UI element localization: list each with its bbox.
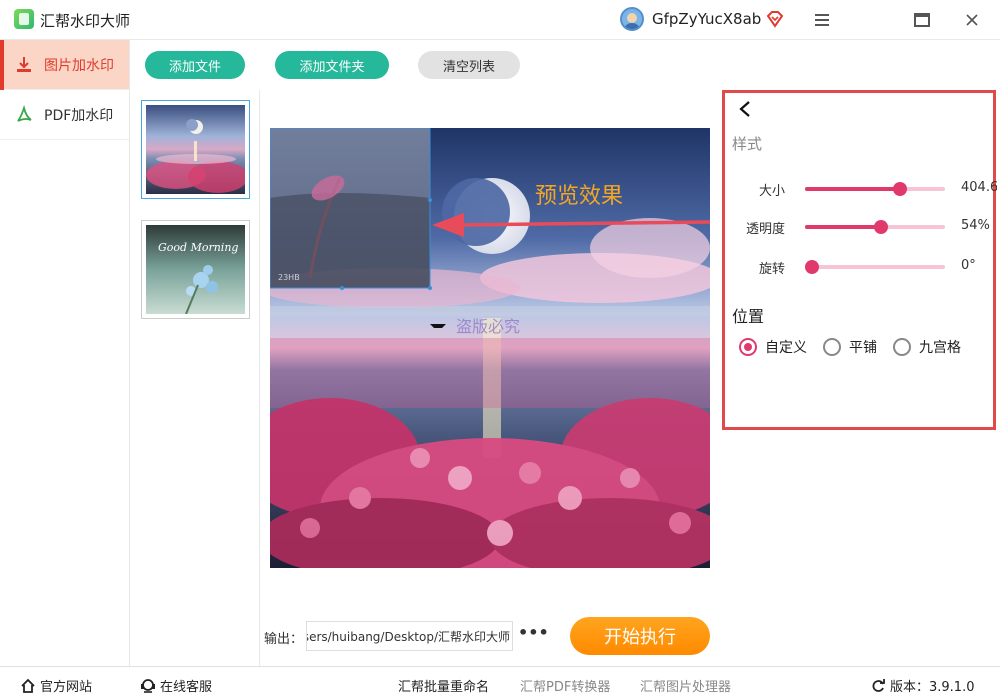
add-file-button[interactable]: 添加文件 [145,51,245,79]
clear-list-button[interactable]: 清空列表 [418,51,520,79]
home-icon [21,678,35,693]
sidebar: 图片加水印 PDF加水印 [0,40,130,666]
slider-fill [805,225,881,229]
add-folder-button[interactable]: 添加文件夹 [275,51,389,79]
official-site-label: 官方网站 [40,680,93,695]
slider-fill [805,187,901,191]
watermark-settings-panel: 样式 大小 404.6% 透明度 54% 旋转 0° 位置 自定义 平 [722,90,999,430]
pdf-icon [17,104,32,122]
thumbnail-image: Good Morning [146,225,245,315]
radio-circle[interactable] [893,338,911,356]
thumbnail-list: Good Morning [131,90,260,666]
title-bar: 汇帮水印大师 GfpZyYucX8ab [0,0,1000,40]
sidebar-item-label: PDF加水印 [44,107,114,124]
style-section-title: 样式 [732,135,763,153]
online-service-link[interactable]: 在线客服 [140,676,212,695]
app-title: 汇帮水印大师 [40,12,131,30]
online-service-label: 在线客服 [160,680,213,695]
image-watermark-icon [17,56,31,72]
output-path-field[interactable]: C:/Users/huibang/Desktop/汇帮水印大师 [306,621,513,651]
headset-icon [141,678,155,693]
slider-value: 404.6% [961,180,997,195]
position-grid-radio[interactable]: 九宫格 [893,337,961,357]
opacity-slider-row: 透明度 54% [725,215,999,239]
output-label: 输出： [264,632,304,647]
rotation-slider[interactable] [805,260,945,274]
rotation-slider-row: 旋转 0° [725,255,999,279]
radio-label: 自定义 [765,340,807,356]
thumbnail-caption: Good Morning [158,241,238,254]
size-slider-row: 大小 404.6% [725,177,999,201]
version-label: 版本：3.9.1.0 [890,680,975,695]
radio-circle[interactable] [739,338,757,356]
pdf-converter-link[interactable]: 汇帮PDF转换器 [520,676,610,695]
thumbnail-item[interactable]: Good Morning [141,220,250,319]
username[interactable]: GfpZyYucX8ab [652,10,761,28]
position-custom-radio[interactable]: 自定义 [739,337,807,357]
back-arrow-icon[interactable] [737,99,753,119]
opacity-slider[interactable] [805,220,945,234]
radio-label: 平铺 [849,340,877,356]
position-section-title: 位置 [732,307,765,326]
status-bar: 官方网站 在线客服 汇帮批量重命名 汇帮PDF转换器 汇帮图片处理器 版本：3.… [0,666,1000,700]
user-avatar[interactable] [620,7,644,31]
slider-value: 0° [961,258,976,273]
preview-image: 23HB 盗版必究 预览效果 [270,128,710,568]
preview-annotation: 预览效果 [535,184,623,209]
refresh-icon [872,678,885,692]
slider-knob[interactable] [805,260,819,274]
preview-area: 23HB 盗版必究 预览效果 输出： C:/Users/huibang/Desk… [260,90,721,666]
sidebar-item-label: 图片加水印 [44,57,114,74]
slider-knob[interactable] [893,182,908,196]
size-slider[interactable] [805,182,945,196]
official-site-link[interactable]: 官方网站 [20,676,92,695]
thumbnail-item[interactable] [141,100,250,199]
sidebar-item-image-watermark[interactable]: 图片加水印 [0,40,129,90]
position-radio-group: 自定义 平铺 九宫格 [739,337,961,357]
version-info[interactable]: 版本：3.9.1.0 [870,676,974,695]
batch-rename-link[interactable]: 汇帮批量重命名 [398,676,489,695]
vip-diamond-icon[interactable] [765,9,785,29]
toolbar: 添加文件 添加文件夹 清空列表 [131,40,721,90]
maximize-icon[interactable] [910,8,934,32]
thumbnail-image [146,105,248,194]
start-button[interactable]: 开始执行 [570,617,710,655]
close-icon[interactable] [960,8,984,32]
slider-label: 旋转 [758,262,785,277]
watermark-tag: 23HB [278,273,300,282]
radio-label: 九宫格 [919,340,961,356]
app-logo-icon [14,9,34,29]
radio-circle[interactable] [823,338,841,356]
watermark-text: 盗版必究 [456,317,520,336]
hamburger-icon[interactable] [810,8,834,32]
slider-label: 透明度 [745,222,785,237]
slider-label: 大小 [758,184,785,199]
position-tile-radio[interactable]: 平铺 [823,337,877,357]
image-processor-link[interactable]: 汇帮图片处理器 [640,676,731,695]
slider-knob[interactable] [873,220,888,234]
slider-value: 54% [961,218,990,233]
sidebar-item-pdf-watermark[interactable]: PDF加水印 [0,90,129,140]
browse-more-button[interactable]: ••• [518,623,549,642]
